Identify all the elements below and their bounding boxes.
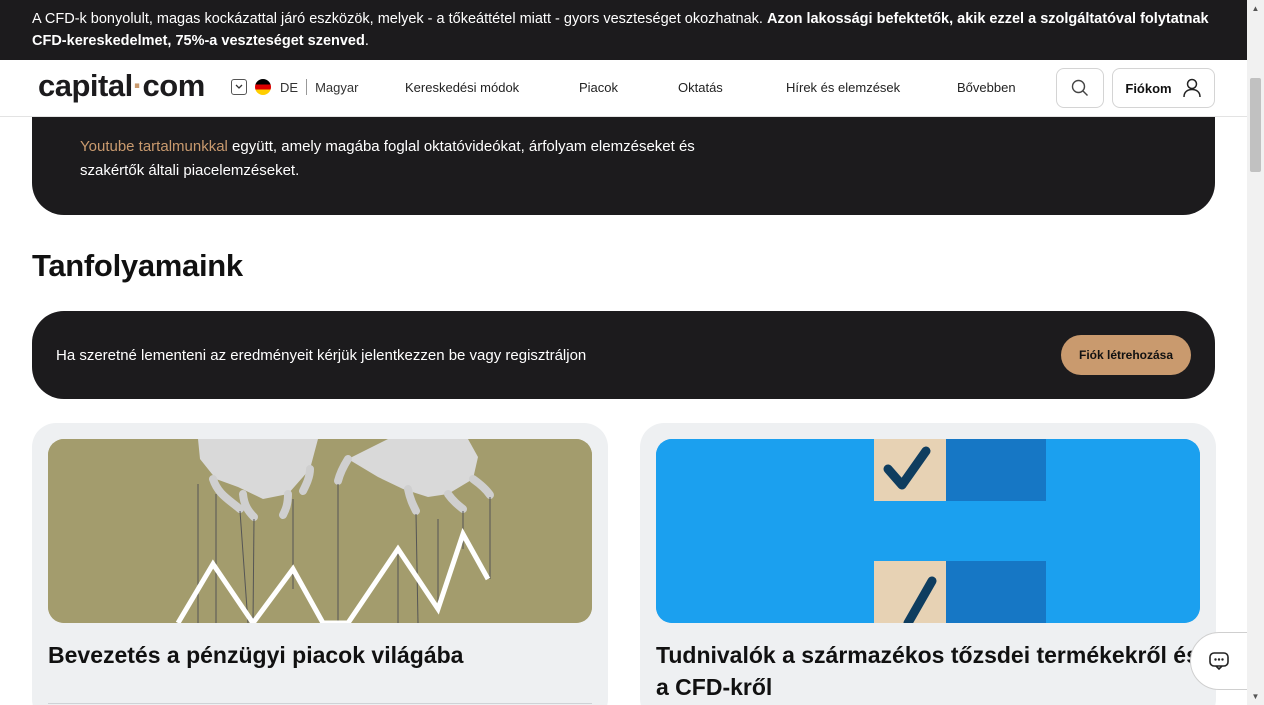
section-title: Tanfolyamaink [32, 248, 243, 283]
nav-markets[interactable]: Piacok [579, 80, 618, 95]
language-selector[interactable]: DE Magyar [231, 79, 358, 95]
nav-trading-modes[interactable]: Kereskedési módok [405, 80, 519, 95]
checkbox-blocks-illustration [656, 439, 1200, 623]
language-name: Magyar [315, 79, 359, 95]
login-prompt-text: Ha szeretné lementeni az eredményeit kér… [56, 346, 587, 364]
logo-text-right: com [142, 68, 206, 103]
chat-icon [1209, 652, 1229, 671]
intro-text-1: együtt, amely magába foglal oktatóvideók… [227, 138, 695, 155]
scrollbar-thumb[interactable] [1250, 78, 1261, 172]
logo-dot: · [132, 68, 143, 103]
risk-text-end: . [364, 33, 369, 49]
site-header: capital·com DE Magyar Kereskedési módok … [0, 60, 1247, 117]
nav-education[interactable]: Oktatás [678, 80, 723, 95]
divider [306, 79, 308, 95]
germany-flag-icon [255, 79, 271, 95]
scroll-up-arrow-icon[interactable]: ▲ [1247, 0, 1264, 17]
page-scrollbar[interactable]: ▲ ▼ [1247, 0, 1264, 705]
course-card[interactable]: Tudnivalók a származékos tőzsdei terméke… [640, 423, 1216, 705]
search-button[interactable] [1056, 68, 1104, 108]
course-card[interactable]: Bevezetés a pénzügyi piacok világába [32, 423, 608, 705]
nav-news-analysis[interactable]: Hírek és elemzések [786, 80, 900, 95]
nav-more[interactable]: Bővebben [957, 80, 1016, 95]
risk-text: A CFD-k bonyolult, magas kockázattal jár… [32, 11, 767, 27]
scroll-down-arrow-icon[interactable]: ▼ [1247, 688, 1264, 705]
page-viewport: A CFD-k bonyolult, magas kockázattal jár… [0, 0, 1247, 705]
logo-text-left: capital [38, 68, 133, 103]
region-code: DE [280, 79, 299, 95]
chat-button[interactable] [1190, 632, 1247, 690]
search-icon [1071, 79, 1088, 96]
course-image-checkboxes [656, 439, 1200, 623]
youtube-link[interactable]: Youtube tartalmunkkal [80, 138, 228, 155]
account-label: Fiókom [1125, 80, 1172, 96]
risk-warning-banner: A CFD-k bonyolult, magas kockázattal jár… [0, 0, 1247, 60]
course-title[interactable]: Tudnivalók a származékos tőzsdei terméke… [656, 639, 1200, 703]
login-prompt-bar: Ha szeretné lementeni az eredményeit kér… [32, 311, 1215, 399]
puppet-hands-illustration [48, 439, 592, 623]
intro-line-2: szakértők általi piacelemzéseket. [80, 162, 300, 179]
divider [48, 703, 592, 704]
intro-line-1: Youtube tartalmunkkal együtt, amely magá… [80, 135, 1167, 159]
create-account-button[interactable]: Fiók létrehozása [1061, 335, 1191, 375]
account-button[interactable]: Fiókom [1112, 68, 1215, 108]
chevron-down-icon[interactable] [231, 79, 247, 95]
capital-com-logo[interactable]: capital·com [38, 68, 205, 104]
course-image-puppet [48, 439, 592, 623]
intro-card: Youtube tartalmunkkal együtt, amely magá… [32, 117, 1215, 215]
user-icon [1182, 78, 1201, 98]
course-title[interactable]: Bevezetés a pénzügyi piacok világába [48, 639, 592, 671]
